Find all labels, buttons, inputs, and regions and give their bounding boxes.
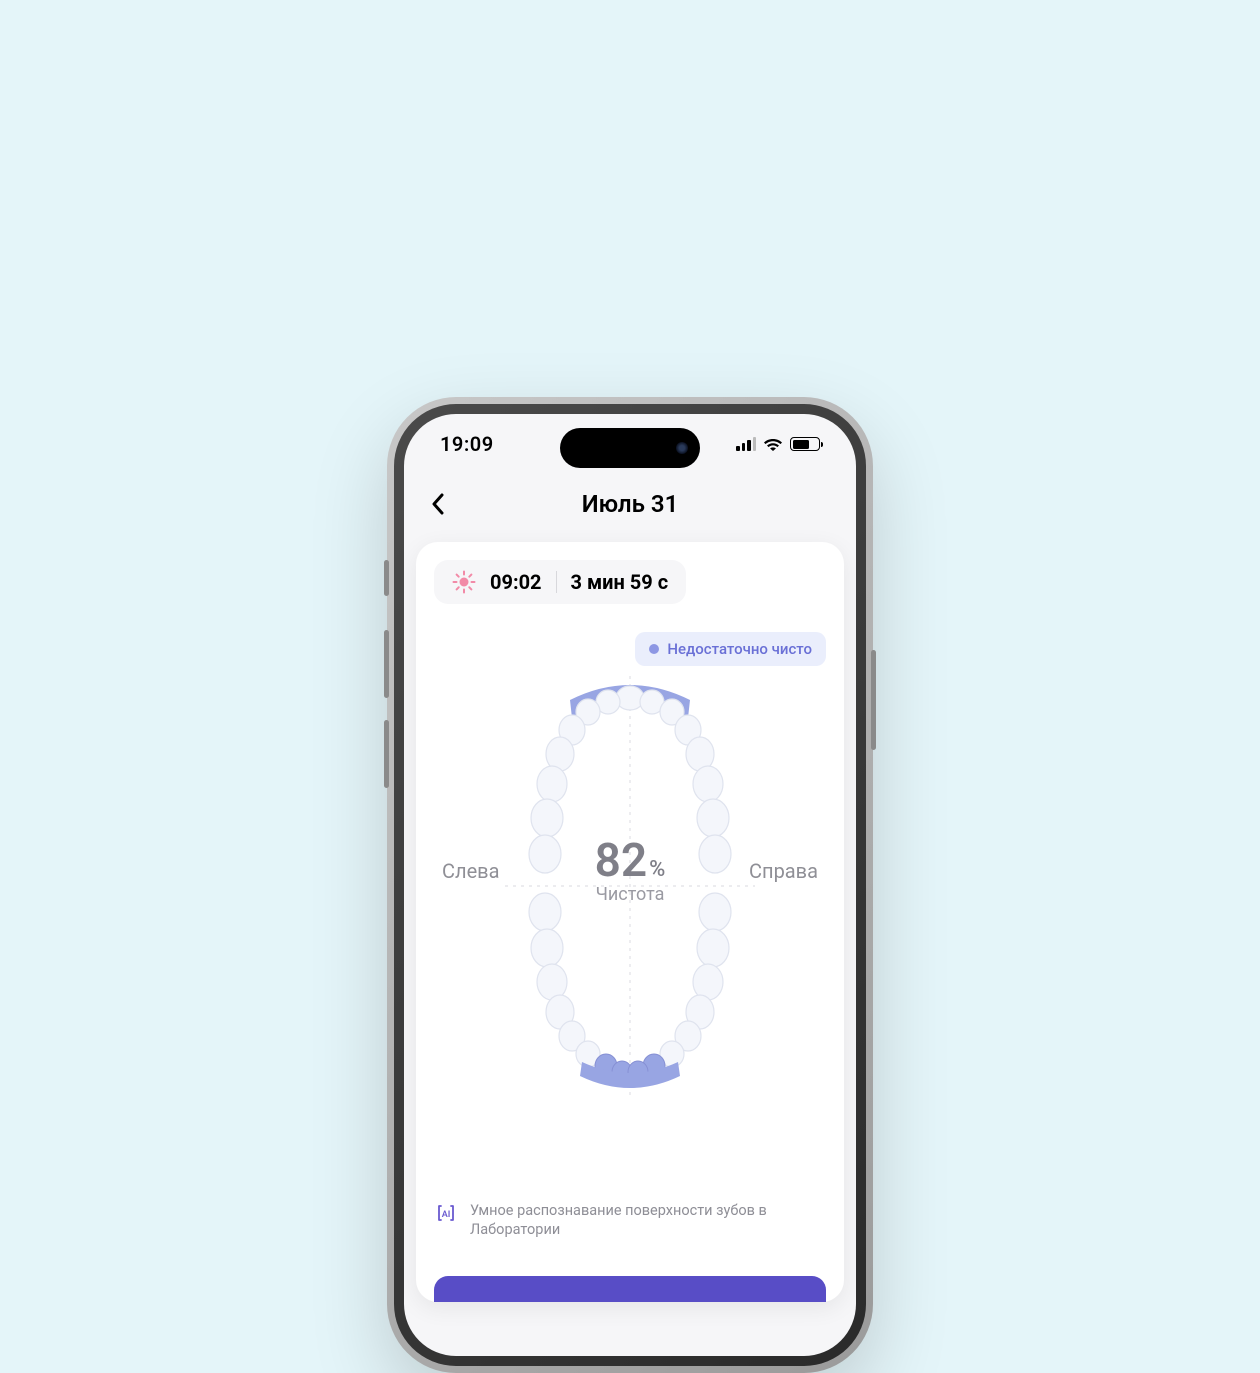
session-time-pill: 09:02 3 мин 59 с bbox=[434, 560, 686, 604]
cleanliness-status-label: Недостаточно чисто bbox=[667, 640, 812, 658]
score-value: 82 bbox=[595, 834, 648, 888]
phone-volume-up bbox=[384, 630, 389, 698]
phone-mute-switch bbox=[384, 560, 389, 596]
phone-screen: 19:09 Июль 31 bbox=[404, 414, 856, 1356]
page-title: Июль 31 bbox=[416, 490, 844, 518]
battery-icon bbox=[790, 437, 820, 451]
session-card: 09:02 3 мин 59 с Недостаточно чисто bbox=[416, 542, 844, 1302]
phone-frame: 19:09 Июль 31 bbox=[390, 400, 870, 1370]
phone-power-button bbox=[871, 650, 876, 750]
app-header: Июль 31 bbox=[416, 474, 844, 534]
ai-icon: AI bbox=[434, 1201, 458, 1225]
cleanliness-status-chip: Недостаточно чисто bbox=[635, 632, 826, 666]
score-unit: % bbox=[649, 857, 665, 882]
cellular-signal-icon bbox=[736, 437, 756, 451]
dynamic-island bbox=[560, 428, 700, 468]
cleanliness-score: 82% Чистота bbox=[434, 834, 826, 905]
teeth-diagram: Слева Справа 82% Чистота bbox=[434, 664, 826, 1104]
sun-icon bbox=[452, 570, 476, 594]
svg-text:AI: AI bbox=[442, 1210, 451, 1220]
status-dot-icon bbox=[649, 644, 659, 654]
bottom-cta-bar[interactable] bbox=[434, 1276, 826, 1302]
session-start-time: 09:02 bbox=[490, 570, 542, 594]
ai-feature-row[interactable]: AI Умное распознавание поверхности зубов… bbox=[434, 1201, 826, 1240]
front-camera-icon bbox=[676, 442, 688, 454]
phone-volume-down bbox=[384, 720, 389, 788]
ai-feature-text: Умное распознавание поверхности зубов в … bbox=[470, 1201, 826, 1240]
back-button[interactable] bbox=[416, 482, 460, 526]
session-duration: 3 мин 59 с bbox=[571, 570, 669, 594]
wifi-icon bbox=[763, 437, 783, 452]
score-label: Чистота bbox=[434, 884, 826, 905]
status-time: 19:09 bbox=[440, 432, 494, 456]
